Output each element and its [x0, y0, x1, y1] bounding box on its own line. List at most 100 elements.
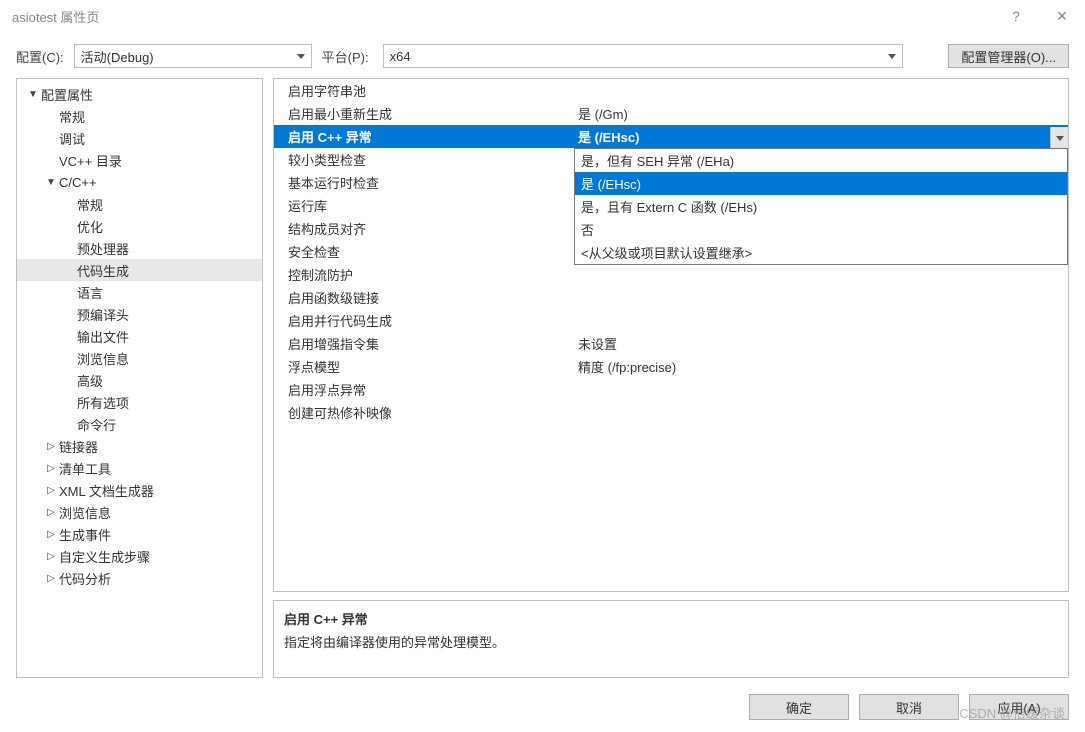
property-name: 结构成员对齐 [274, 219, 574, 238]
tree-node-label: 生成事件 [59, 525, 111, 544]
config-label: 配置(C): [16, 47, 64, 66]
config-manager-button[interactable]: 配置管理器(O)... [948, 44, 1069, 68]
tree-node-label: 输出文件 [77, 327, 129, 346]
help-icon[interactable]: ? [993, 0, 1039, 32]
tree-node[interactable]: 输出文件 [17, 325, 262, 347]
value-dropdown[interactable]: 是，但有 SEH 异常 (/EHa)是 (/EHsc)是，且有 Extern C… [574, 148, 1068, 265]
cancel-button[interactable]: 取消 [859, 694, 959, 720]
property-row[interactable]: 浮点模型精度 (/fp:precise) [274, 355, 1068, 378]
property-row[interactable]: 创建可热修补映像 [274, 401, 1068, 424]
platform-combo[interactable]: x64 [383, 44, 903, 68]
tree-node[interactable]: VC++ 目录 [17, 149, 262, 171]
tree-node-label: 预处理器 [77, 239, 129, 258]
tree-node-label: 命令行 [77, 415, 116, 434]
dropdown-option[interactable]: <从父级或项目默认设置继承> [575, 241, 1067, 264]
tree-node[interactable]: 浏览信息 [17, 347, 262, 369]
dropdown-option[interactable]: 是，且有 Extern C 函数 (/EHs) [575, 195, 1067, 218]
tree-node[interactable]: 调试 [17, 127, 262, 149]
dropdown-option[interactable]: 是 (/EHsc) [575, 172, 1067, 195]
property-name: 浮点模型 [274, 357, 574, 376]
tree-node[interactable]: 高级 [17, 369, 262, 391]
property-row[interactable]: 启用并行代码生成 [274, 309, 1068, 332]
tree-node-label: 浏览信息 [59, 503, 111, 522]
tree-node[interactable]: 预编译头 [17, 303, 262, 325]
property-name: 基本运行时检查 [274, 173, 574, 192]
property-row[interactable]: 启用 C++ 异常是 (/EHsc) [274, 125, 1068, 148]
tree-toggle-icon[interactable]: ▷ [45, 485, 57, 496]
tree-toggle-icon[interactable]: ▷ [45, 529, 57, 540]
tree-node[interactable]: ▼配置属性 [17, 83, 262, 105]
tree-node-label: 代码分析 [59, 569, 111, 588]
tree-node[interactable]: ▷自定义生成步骤 [17, 545, 262, 567]
tree-node-label: 预编译头 [77, 305, 129, 324]
property-name: 控制流防护 [274, 265, 574, 284]
tree-panel[interactable]: ▼配置属性常规调试VC++ 目录▼C/C++常规优化预处理器代码生成语言预编译头… [16, 78, 263, 678]
tree-node-label: 常规 [59, 107, 85, 126]
close-icon[interactable]: ✕ [1039, 0, 1085, 32]
config-combo-value: 活动(Debug) [81, 47, 154, 66]
config-combo[interactable]: 活动(Debug) [74, 44, 312, 68]
workarea: ▼配置属性常规调试VC++ 目录▼C/C++常规优化预处理器代码生成语言预编译头… [0, 78, 1085, 678]
tree-node[interactable]: 命令行 [17, 413, 262, 435]
dropdown-option[interactable]: 否 [575, 218, 1067, 241]
tree-toggle-icon[interactable]: ▼ [27, 89, 39, 100]
property-value[interactable]: 是 (/Gm) [574, 104, 1068, 123]
property-row[interactable]: 启用增强指令集未设置 [274, 332, 1068, 355]
tree-node[interactable]: ▷生成事件 [17, 523, 262, 545]
property-name: 创建可热修补映像 [274, 403, 574, 422]
right-panel: 启用字符串池启用最小重新生成是 (/Gm)启用 C++ 异常是 (/EHsc) 较… [273, 78, 1069, 678]
apply-button[interactable]: 应用(A) [969, 694, 1069, 720]
tree-node-label: 配置属性 [41, 85, 93, 104]
property-name: 启用并行代码生成 [274, 311, 574, 330]
property-row[interactable]: 启用最小重新生成是 (/Gm) [274, 102, 1068, 125]
tree-node[interactable]: ▷清单工具 [17, 457, 262, 479]
tree-node[interactable]: 语言 [17, 281, 262, 303]
property-name: 启用浮点异常 [274, 380, 574, 399]
tree-node[interactable]: ▼C/C++ [17, 171, 262, 193]
tree-toggle-icon[interactable]: ▷ [45, 551, 57, 562]
property-value[interactable]: 精度 (/fp:precise) [574, 357, 1068, 376]
tree-toggle-icon[interactable]: ▼ [45, 177, 57, 188]
tree-node[interactable]: ▷链接器 [17, 435, 262, 457]
property-grid[interactable]: 启用字符串池启用最小重新生成是 (/Gm)启用 C++ 异常是 (/EHsc) 较… [273, 78, 1069, 592]
tree-node[interactable]: 代码生成 [17, 259, 262, 281]
property-value[interactable]: 未设置 [574, 334, 1068, 353]
tree-node[interactable]: 优化 [17, 215, 262, 237]
tree-node-label: 自定义生成步骤 [59, 547, 150, 566]
tree-node-label: 所有选项 [77, 393, 129, 412]
ok-button[interactable]: 确定 [749, 694, 849, 720]
tree-node-label: 常规 [77, 195, 103, 214]
tree-node[interactable]: ▷代码分析 [17, 567, 262, 589]
tree-node[interactable]: 常规 [17, 105, 262, 127]
property-row[interactable]: 启用字符串池 [274, 79, 1068, 102]
tree-node-label: 调试 [59, 129, 85, 148]
description-panel: 启用 C++ 异常 指定将由编译器使用的异常处理模型。 [273, 600, 1069, 678]
tree-node-label: 语言 [77, 283, 103, 302]
property-name: 启用函数级链接 [274, 288, 574, 307]
window-title: asiotest 属性页 [12, 7, 99, 26]
chevron-down-icon[interactable] [1050, 127, 1068, 150]
property-value[interactable]: 是 (/EHsc) [574, 127, 1068, 146]
property-row[interactable]: 启用浮点异常 [274, 378, 1068, 401]
tree-toggle-icon[interactable]: ▷ [45, 463, 57, 474]
description-text: 指定将由编译器使用的异常处理模型。 [284, 632, 1058, 651]
tree-node[interactable]: ▷XML 文档生成器 [17, 479, 262, 501]
tree-node-label: 代码生成 [77, 261, 129, 280]
tree-node-label: 链接器 [59, 437, 98, 456]
tree-toggle-icon[interactable]: ▷ [45, 573, 57, 584]
platform-combo-value: x64 [390, 49, 411, 64]
tree-node[interactable]: 常规 [17, 193, 262, 215]
property-row[interactable]: 启用函数级链接 [274, 286, 1068, 309]
tree-node[interactable]: ▷浏览信息 [17, 501, 262, 523]
property-name: 较小类型检查 [274, 150, 574, 169]
tree-node-label: 浏览信息 [77, 349, 129, 368]
tree-toggle-icon[interactable]: ▷ [45, 507, 57, 518]
tree-node[interactable]: 所有选项 [17, 391, 262, 413]
property-row[interactable]: 控制流防护 [274, 263, 1068, 286]
footer: 确定 取消 应用(A) [749, 694, 1069, 720]
tree-node-label: 高级 [77, 371, 103, 390]
dropdown-option[interactable]: 是，但有 SEH 异常 (/EHa) [575, 149, 1067, 172]
tree-toggle-icon[interactable]: ▷ [45, 441, 57, 452]
toolbar: 配置(C): 活动(Debug) 平台(P): x64 配置管理器(O)... [0, 32, 1085, 78]
tree-node[interactable]: 预处理器 [17, 237, 262, 259]
